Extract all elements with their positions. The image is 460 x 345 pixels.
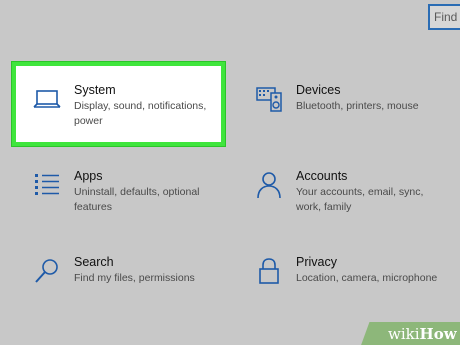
- tile-title: Privacy: [296, 255, 337, 269]
- watermark-logo: wikiHow: [388, 325, 457, 343]
- person-icon: [252, 168, 286, 202]
- lock-icon: [252, 254, 286, 288]
- search-input[interactable]: Find: [428, 4, 460, 30]
- tile-title: Apps: [74, 169, 103, 183]
- tile-apps[interactable]: Apps Uninstall, defaults, optional featu…: [30, 168, 230, 215]
- tile-description: Your accounts, email, sync, work, family: [296, 186, 424, 213]
- tile-description: Uninstall, defaults, optional features: [74, 186, 200, 213]
- tile-description: Bluetooth, printers, mouse: [296, 100, 419, 112]
- laptop-icon: [30, 82, 64, 116]
- magnifier-icon: [30, 254, 64, 288]
- tile-title: System: [74, 83, 116, 97]
- tile-search[interactable]: Search Find my files, permissions: [30, 254, 230, 288]
- watermark-prefix: wiki: [388, 325, 420, 343]
- tile-devices[interactable]: Devices Bluetooth, printers, mouse: [252, 82, 452, 116]
- tile-privacy[interactable]: Privacy Location, camera, microphone: [252, 254, 452, 288]
- tile-title: Devices: [296, 83, 341, 97]
- tile-title: Accounts: [296, 169, 348, 183]
- tile-system[interactable]: System Display, sound, notifications, po…: [30, 82, 220, 129]
- tile-description: Display, sound, notifications, power: [74, 100, 207, 127]
- apps-list-icon: [30, 168, 64, 202]
- watermark-suffix: How: [419, 325, 457, 343]
- keyboard-speaker-icon: [252, 82, 286, 116]
- tile-description: Location, camera, microphone: [296, 272, 438, 284]
- tile-accounts[interactable]: Accounts Your accounts, email, sync, wor…: [252, 168, 452, 215]
- tile-description: Find my files, permissions: [74, 272, 195, 284]
- tile-title: Search: [74, 255, 114, 269]
